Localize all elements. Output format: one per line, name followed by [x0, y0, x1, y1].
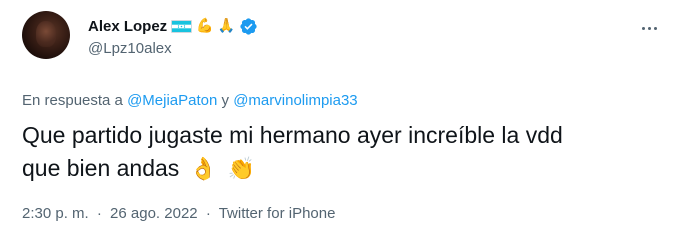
separator-dot: ·	[96, 205, 102, 222]
flexed-biceps-emoji: 💪	[196, 18, 214, 34]
tweet[interactable]: Alex Lopez 💪 🙏 @Lpz10alex En respuesta a…	[0, 0, 682, 241]
author-name-row[interactable]: Alex Lopez 💪 🙏	[88, 16, 258, 36]
folded-hands-emoji: 🙏	[217, 18, 236, 34]
tweet-time[interactable]: 2:30 p. m.	[22, 205, 89, 222]
reply-conjunction: y	[221, 92, 230, 109]
separator-dot: ·	[205, 205, 211, 222]
mention-link-2[interactable]: @marvinolimpia33	[233, 92, 357, 109]
honduras-flag-icon	[171, 19, 193, 33]
clapping-hands-emoji: 👏	[227, 157, 255, 182]
tweet-text: Que partido jugaste mi hermano ayer incr…	[22, 119, 662, 186]
avatar[interactable]	[22, 11, 70, 59]
tweet-text-line-2-text: que bien andas	[22, 155, 180, 181]
ok-hand-emoji: 👌	[189, 157, 218, 182]
tweet-date[interactable]: 26 ago. 2022	[110, 205, 198, 222]
reply-prefix: En respuesta a	[22, 92, 123, 109]
tweet-text-line-2: que bien andas 👌 👏	[22, 152, 662, 186]
reply-context: En respuesta a @MejiaPaton y @marvinolim…	[22, 92, 358, 109]
tweet-source[interactable]: Twitter for iPhone	[219, 205, 336, 222]
mention-link-1[interactable]: @MejiaPaton	[127, 92, 217, 109]
tweet-metadata: 2:30 p. m. · 26 ago. 2022 · Twitter for …	[22, 205, 335, 222]
more-options-icon[interactable]	[637, 18, 661, 38]
display-name[interactable]: Alex Lopez	[88, 18, 167, 35]
user-handle[interactable]: @Lpz10alex	[88, 40, 172, 57]
verified-badge-icon	[239, 17, 258, 36]
tweet-text-line-1: Que partido jugaste mi hermano ayer incr…	[22, 122, 563, 148]
